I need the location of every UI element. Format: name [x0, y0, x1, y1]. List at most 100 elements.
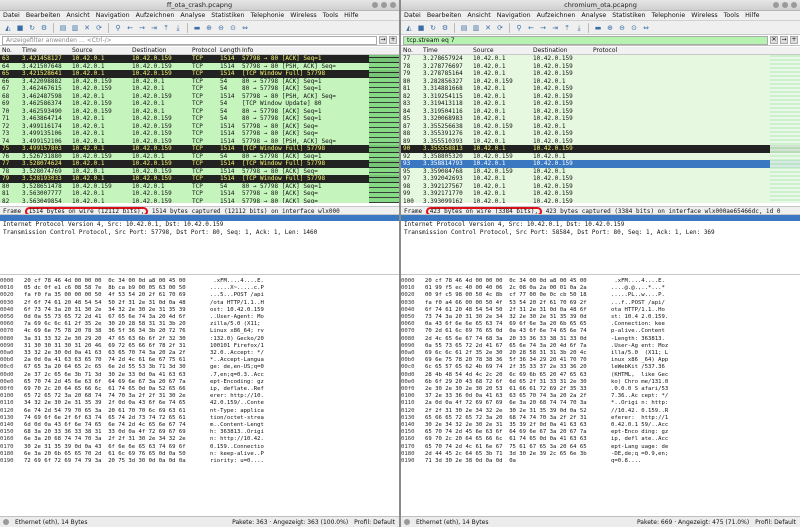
hex-row[interactable]: 0130 74 69 6f 6e 2f 6f 63 74 65 74 2d 73 … [0, 415, 399, 422]
first-packet-icon[interactable]: ⤒ [161, 23, 171, 33]
packet-row[interactable]: 89 3.355510393 10.42.0.1 10.42.0.159 [401, 137, 800, 145]
add-filter-icon[interactable]: + [389, 36, 397, 44]
menu-item[interactable]: Aufzeichnen [136, 11, 175, 20]
search-icon[interactable]: ⚲ [514, 23, 524, 33]
packet-row[interactable]: 88 3.355391276 10.42.0.1 10.42.0.159 [401, 130, 800, 138]
packet-row[interactable]: 69 3.462586374 10.42.0.159 10.42.0.1 TCP 54 [T… [0, 100, 399, 108]
display-filter-input[interactable]: Anzeigefilter anwenden … <Ctrl-/> [2, 35, 377, 45]
hex-row[interactable]: 00e0 6b 6f 29 20 43 68 72 6f 6d 65 2f 31 … [401, 379, 800, 386]
packet-row[interactable]: 99 3.392171770 10.42.0.1 10.42.0.159 [401, 190, 800, 198]
packet-row[interactable]: 92 3.358805320 10.42.0.159 10.42.0.1 [401, 152, 800, 160]
hex-row[interactable]: 0110 34 32 2e 30 2e 31 35 39 2f 0d 0a 43 … [0, 400, 399, 407]
menu-item[interactable]: Analyse [180, 11, 205, 20]
hex-row[interactable]: 00c0 6c 65 57 65 62 4b 69 74 2f 35 33 37 … [401, 364, 800, 371]
column-header[interactable]: No. [0, 47, 22, 54]
menu-item[interactable]: Tools [323, 11, 339, 20]
menu-item[interactable]: Wireless [290, 11, 316, 20]
packet-row[interactable]: 70 3.462593490 10.42.0.159 10.42.0.1 TCP 54 80… [0, 107, 399, 115]
reload-icon[interactable]: ⟳ [495, 23, 505, 33]
hex-row[interactable]: 0090 31 30 30 31 30 31 20 46 69 72 65 66 … [0, 343, 399, 350]
packet-row[interactable]: 82 3.563049854 10.42.0.1 10.42.0.159 TCP 1514… [0, 197, 399, 203]
close-file-icon[interactable]: ✕ [483, 23, 493, 33]
menu-item[interactable]: Ansicht [66, 11, 89, 20]
menu-item[interactable]: Tools [724, 11, 740, 20]
hex-row[interactable]: 0040 6f 74 61 20 48 54 54 50 2f 31 2e 31 … [401, 307, 800, 314]
column-header[interactable]: Destination [132, 47, 192, 54]
hex-row[interactable]: 0020 fa f0 fa 35 00 00 00 50 4f 53 54 20 … [0, 292, 399, 299]
hex-row[interactable]: 0080 2d 4c 65 6e 67 74 68 3a 20 33 36 33 … [401, 336, 800, 343]
expert-info-icon[interactable] [404, 519, 410, 525]
last-packet-icon[interactable]: ⤓ [574, 23, 584, 33]
hex-row[interactable]: 0070 4c 69 6e 75 78 20 78 38 36 5f 36 34 … [0, 328, 399, 335]
column-header[interactable]: Time [22, 47, 72, 54]
hex-row[interactable]: 0160 69 70 2c 20 64 65 66 6c 61 74 65 0d … [401, 436, 800, 443]
packet-row[interactable]: 81 3.314881668 10.42.0.1 10.42.0.159 [401, 85, 800, 93]
menu-item[interactable]: Telephonie [251, 11, 285, 20]
column-header[interactable]: Destination [533, 47, 593, 54]
menu-item[interactable]: Navigation [497, 11, 531, 20]
zoom-reset-icon[interactable]: ⊙ [629, 23, 639, 33]
hex-row[interactable]: 0150 68 3a 20 33 36 33 38 31 33 0d 0a 4f … [0, 429, 399, 436]
close-icon[interactable] [390, 2, 396, 8]
menu-item[interactable]: Wireless [691, 11, 717, 20]
column-header[interactable]: Source [473, 47, 533, 54]
hex-row[interactable]: 0120 6e 74 2d 54 79 70 65 3a 20 61 70 70 … [0, 408, 399, 415]
frame-summary[interactable]: Frame 1514 bytes on wire (12112 bits), 1… [0, 206, 399, 215]
column-header[interactable]: Info [242, 47, 399, 54]
zoom-out-icon[interactable]: ⊖ [216, 23, 226, 33]
hex-row[interactable]: 0080 3a 31 33 32 2e 30 29 20 47 65 63 6b … [0, 336, 399, 343]
hex-row[interactable]: 0140 30 2e 34 32 2e 30 2e 31 35 39 2f 0d … [401, 422, 800, 429]
packet-row[interactable]: 95 3.359084768 10.42.0.159 10.42.0.1 [401, 167, 800, 175]
hex-row[interactable]: 0050 0d 0a 55 73 65 72 2d 41 67 65 6e 74 … [0, 314, 399, 321]
hex-row[interactable]: 0170 65 70 74 2d 4c 61 6e 67 75 61 67 65 … [401, 444, 800, 451]
hex-row[interactable]: 0140 6d 0d 0a 43 6f 6e 74 65 6e 74 2d 4c … [0, 422, 399, 429]
detail-ipv4[interactable]: Internet Protocol Version 4, Src: 10.42.… [3, 221, 399, 229]
search-icon[interactable]: ⚲ [113, 23, 123, 33]
column-header[interactable]: Source [72, 47, 132, 54]
column-header[interactable]: Length [220, 47, 242, 54]
open-file-icon[interactable]: ▤ [58, 23, 68, 33]
hex-row[interactable]: 0060 0a 43 6f 6e 6e 65 63 74 69 6f 6e 3a … [401, 321, 800, 328]
display-filter-input[interactable]: tcp.stream eq 7 [403, 35, 768, 45]
hex-row[interactable]: 0050 73 74 3a 20 31 30 2e 34 32 2e 30 2e … [401, 314, 800, 321]
column-header[interactable]: Protocol [192, 47, 220, 54]
packet-row[interactable]: 97 3.392042693 10.42.0.1 10.42.0.159 [401, 175, 800, 183]
save-file-icon[interactable]: ▥ [70, 23, 80, 33]
menu-item[interactable]: Analyse [581, 11, 606, 20]
hex-row[interactable]: 0120 2f 2f 31 30 2e 34 32 2e 30 2e 31 35 … [401, 408, 800, 415]
packet-row[interactable]: 73 3.499135106 10.42.0.1 10.42.0.159 TCP 1514… [0, 130, 399, 138]
hex-row[interactable]: 0170 30 2e 31 35 39 0d 0a 43 6f 6e 6e 65 … [0, 444, 399, 451]
hex-row[interactable]: 0180 6e 3a 20 6b 65 65 70 2d 61 6c 69 76 … [0, 451, 399, 458]
stop-icon[interactable]: ■ [15, 23, 25, 33]
packet-row[interactable]: 74 3.499152106 10.42.0.1 10.42.0.159 TCP 1514… [0, 137, 399, 145]
menu-item[interactable]: Hilfe [745, 11, 759, 20]
last-packet-icon[interactable]: ⤓ [173, 23, 183, 33]
hex-row[interactable]: 0010 01 99 f5 ec 40 00 40 06 2c 08 0a 2a … [401, 285, 800, 292]
gear-icon[interactable]: ⚙ [440, 23, 450, 33]
goto-icon[interactable]: ⇥ [149, 23, 159, 33]
packet-row[interactable]: 77 3.278657924 10.42.0.1 10.42.0.159 [401, 55, 800, 63]
menu-item[interactable]: Ansicht [467, 11, 490, 20]
menu-item[interactable]: Statistiken [612, 11, 645, 20]
packet-row[interactable]: 66 3.422098882 10.42.0.159 10.42.0.1 TCP 54 80… [0, 77, 399, 85]
hex-row[interactable]: 0190 71 3d 30 2e 38 0d 0a 0d 0a q=0.8.... [401, 458, 800, 465]
frame-summary[interactable]: Frame 423 bytes on wire (3384 bits), 423… [401, 206, 800, 215]
packet-row[interactable]: 90 3.355558813 10.42.0.1 10.42.0.159 [401, 145, 800, 153]
packet-row[interactable]: 80 3.528651478 10.42.0.159 10.42.0.1 TCP 54 80… [0, 182, 399, 190]
hex-row[interactable]: 00e0 65 70 74 2d 45 6e 63 6f 64 69 6e 67 … [0, 379, 399, 386]
menu-item[interactable]: Navigation [96, 11, 130, 20]
zoom-in-icon[interactable]: ⊕ [204, 23, 214, 33]
packet-row[interactable]: 78 3.528074769 10.42.0.1 10.42.0.159 TCP 1514… [0, 167, 399, 175]
packet-row[interactable]: 75 3.499157803 10.42.0.1 10.42.0.159 TCP 1514… [0, 145, 399, 153]
packet-row[interactable]: 93 3.358814793 10.42.0.1 10.42.0.159 [401, 160, 800, 168]
column-header[interactable]: Protocol [593, 47, 621, 54]
forward-icon[interactable]: → [538, 23, 548, 33]
packet-row[interactable]: 85 3.320068983 10.42.0.1 10.42.0.159 [401, 115, 800, 123]
packet-row[interactable]: 98 3.392127567 10.42.0.1 10.42.0.159 [401, 182, 800, 190]
expert-info-icon[interactable] [3, 519, 9, 525]
menu-item[interactable]: Aufzeichnen [537, 11, 576, 20]
open-file-icon[interactable]: ▤ [459, 23, 469, 33]
packet-row[interactable]: 79 3.528193033 10.42.0.1 10.42.0.159 TCP 1514… [0, 175, 399, 183]
packet-minimap[interactable] [369, 55, 399, 203]
save-file-icon[interactable]: ▥ [471, 23, 481, 33]
